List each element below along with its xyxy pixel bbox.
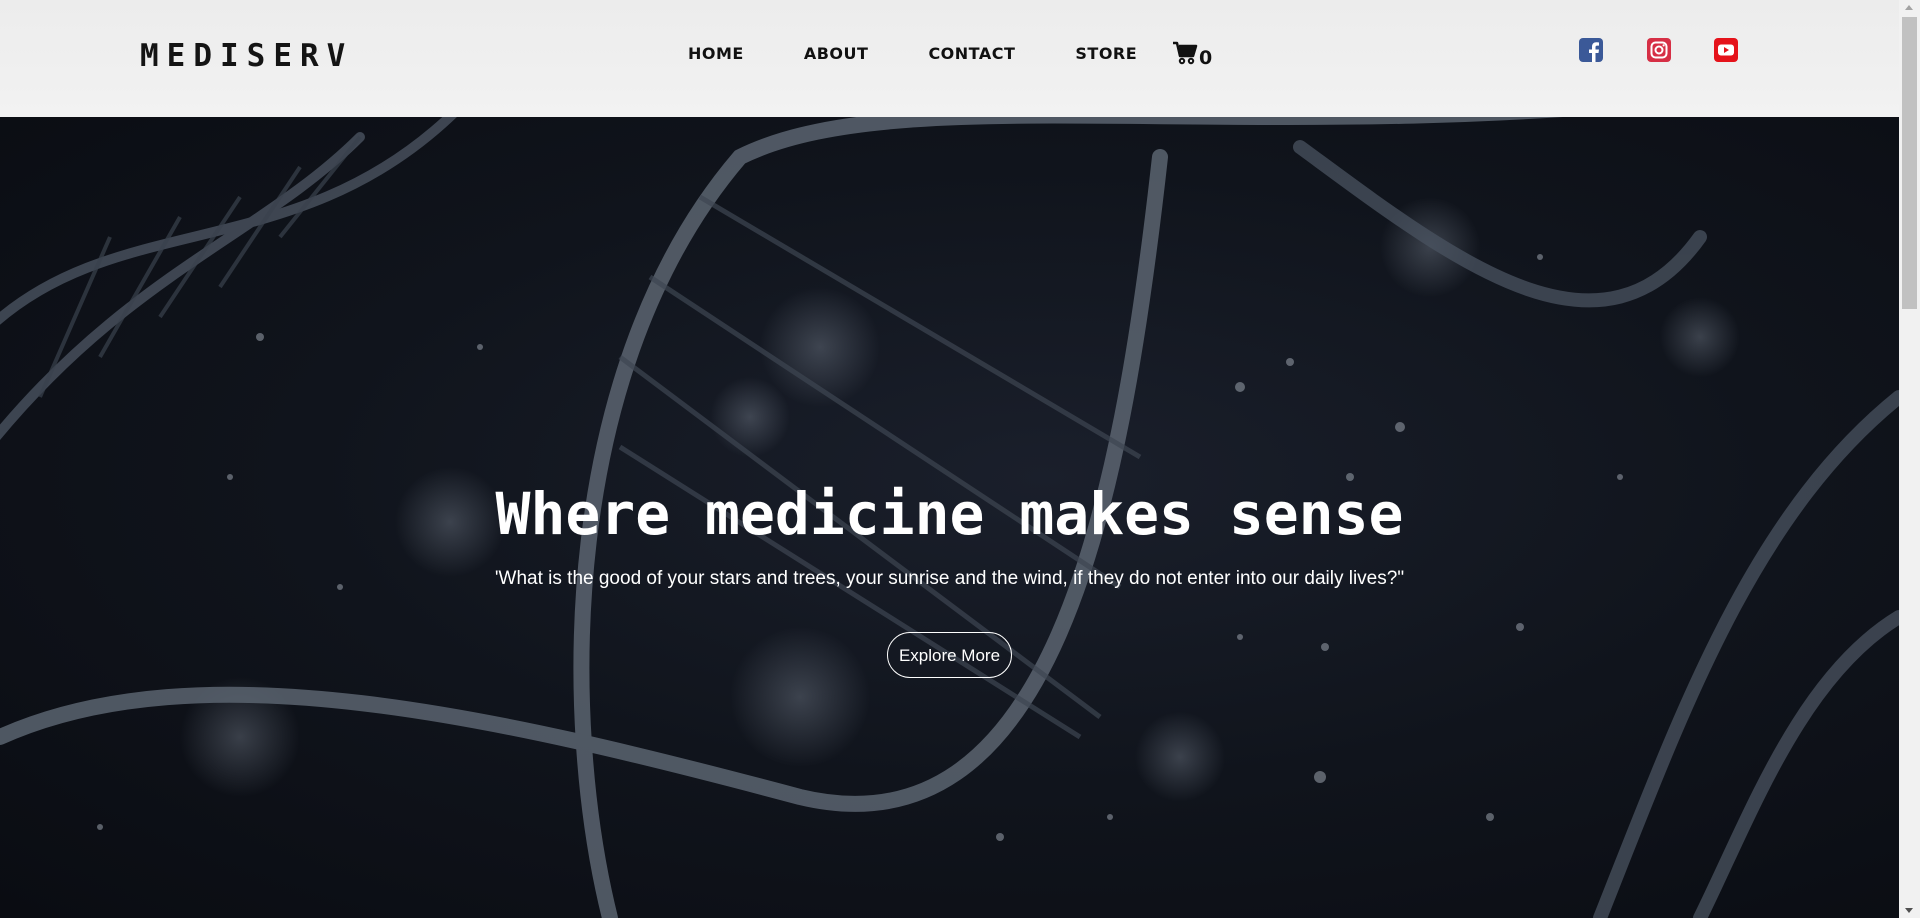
scroll-up-icon[interactable] [1905, 5, 1913, 10]
instagram-link[interactable] [1647, 38, 1671, 62]
shopping-cart-icon [1172, 40, 1198, 66]
brand-logo[interactable]: MEDISERV [140, 38, 353, 74]
nav-link-home[interactable]: HOME [688, 44, 744, 63]
nav-link-about[interactable]: ABOUT [804, 44, 869, 63]
explore-more-button[interactable]: Explore More [887, 632, 1012, 678]
nav-link-store[interactable]: STORE [1075, 44, 1137, 63]
main-nav: HOME ABOUT CONTACT STORE [688, 44, 1197, 63]
cart-count: 0 [1199, 47, 1213, 69]
hero-title: Where medicine makes sense [495, 480, 1404, 548]
facebook-link[interactable] [1579, 38, 1603, 62]
scrollbar-thumb[interactable] [1902, 17, 1917, 309]
page: MEDISERV HOME ABOUT CONTACT STORE 0 Wher… [0, 0, 1899, 918]
youtube-icon [1714, 38, 1738, 62]
site-header: MEDISERV HOME ABOUT CONTACT STORE 0 [0, 0, 1899, 117]
page-scrollbar[interactable] [1899, 0, 1920, 918]
youtube-link[interactable] [1714, 38, 1738, 62]
cart-button[interactable]: 0 [1172, 40, 1213, 69]
nav-link-contact[interactable]: CONTACT [928, 44, 1015, 63]
hero-quote: 'What is the good of your stars and tree… [494, 568, 1405, 589]
hero-section: Where medicine makes sense 'What is the … [0, 117, 1899, 918]
facebook-icon [1579, 38, 1603, 62]
instagram-icon [1647, 38, 1671, 62]
scroll-down-icon[interactable] [1905, 908, 1913, 913]
